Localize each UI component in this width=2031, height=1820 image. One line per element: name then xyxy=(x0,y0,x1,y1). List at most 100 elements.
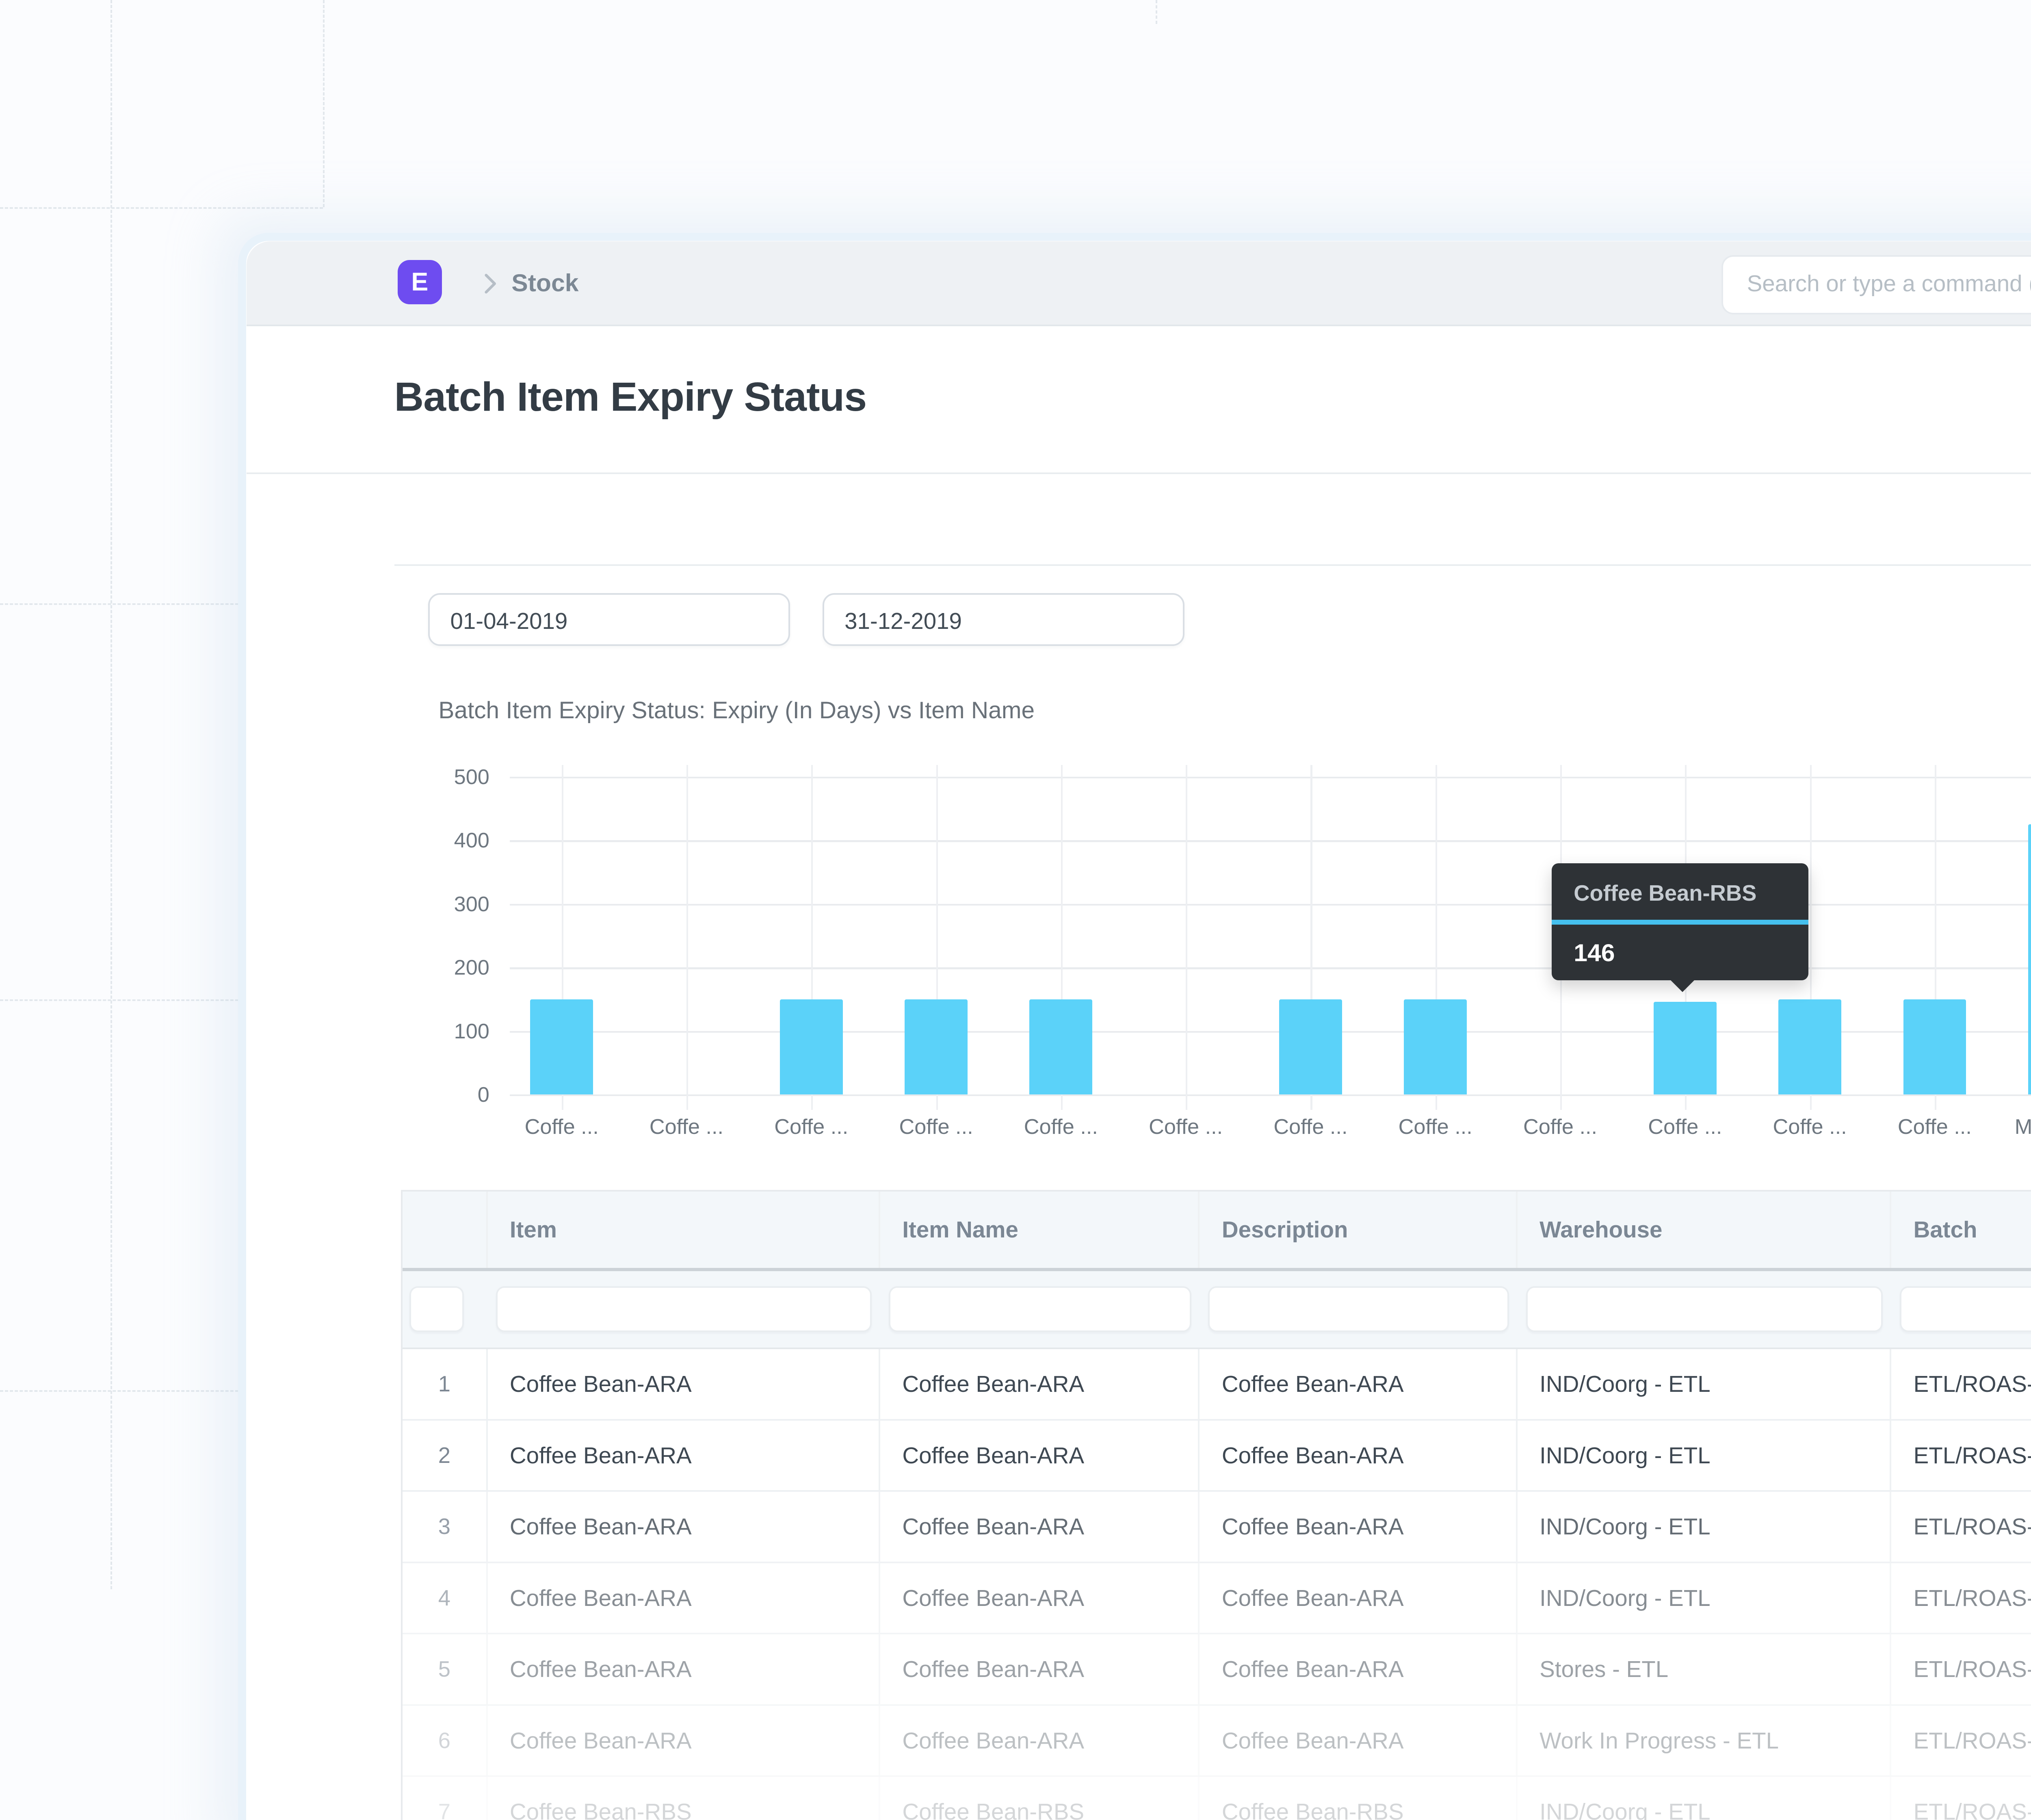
table-cell: Coffee Bean-ARA xyxy=(1200,1634,1517,1704)
canvas-dashed-line xyxy=(0,603,248,605)
table-row[interactable]: 3Coffee Bean-ARACoffee Bean-ARACoffee Be… xyxy=(403,1492,2031,1563)
from-date-input[interactable]: 01-04-2019 xyxy=(428,593,790,646)
table-cell: Coffee Bean-ARA xyxy=(1200,1421,1517,1491)
chart-bar[interactable] xyxy=(1903,999,1966,1095)
chart-bar[interactable] xyxy=(1279,999,1342,1095)
y-axis-tick: 200 xyxy=(418,956,489,980)
breadcrumb-chevron-icon xyxy=(479,272,501,296)
gridline-h xyxy=(510,777,2031,778)
chart-bar[interactable] xyxy=(530,999,593,1095)
to-date-input[interactable]: 31-12-2019 xyxy=(823,593,1184,646)
column-filter-input[interactable] xyxy=(496,1286,872,1332)
table-row[interactable]: 6Coffee Bean-ARACoffee Bean-ARACoffee Be… xyxy=(403,1706,2031,1777)
chart-bar[interactable] xyxy=(1404,999,1467,1095)
table-row[interactable]: 4Coffee Bean-ARACoffee Bean-ARACoffee Be… xyxy=(403,1563,2031,1635)
table-cell: Stores - ETL xyxy=(1518,1634,1891,1704)
chart-tooltip-pointer xyxy=(1671,980,1694,992)
chart-tooltip-value: 146 xyxy=(1552,925,1808,980)
canvas-dashed-line xyxy=(1156,0,1157,24)
chart-tooltip-divider xyxy=(1552,920,1808,925)
x-axis-label: Coffe ... xyxy=(993,1115,1129,1139)
chart-bar[interactable] xyxy=(1654,1002,1717,1094)
app-logo[interactable]: E xyxy=(398,260,442,304)
table-cell: IND/Coorg - ETL xyxy=(1518,1777,1891,1820)
table-cell: Coffee Bean-ARA xyxy=(880,1706,1200,1776)
table-cell: IND/Coorg - ETL xyxy=(1518,1492,1891,1562)
column-header-description[interactable]: Description xyxy=(1200,1192,1517,1268)
chart-title: Batch Item Expiry Status: Expiry (In Day… xyxy=(438,697,1035,724)
table-cell: IND/Coorg - ETL xyxy=(1518,1563,1891,1633)
x-axis-label: Coffe ... xyxy=(1243,1115,1379,1139)
table-row[interactable]: 1Coffee Bean-ARACoffee Bean-ARACoffee Be… xyxy=(403,1349,2031,1421)
table-cell: ETL/ROAS-CFE/ARA00000001 xyxy=(1891,1349,2031,1419)
gridline-v xyxy=(686,765,688,1110)
table-cell: Coffee Bean-ARA xyxy=(488,1421,880,1491)
breadcrumb[interactable]: Stock xyxy=(511,269,578,297)
stage: E Stock Search or type a command (Ctrl +… xyxy=(0,0,2031,1820)
search-placeholder: Search or type a command (Ctrl + G) xyxy=(1747,270,2031,297)
table-cell: ETL/ROAS-CFE/RBS00000001 xyxy=(1891,1777,2031,1820)
page-title: Batch Item Expiry Status xyxy=(394,374,867,420)
page-header: Batch Item Expiry Status Menu xyxy=(247,326,2031,474)
table-cell: Coffee Bean-ARA xyxy=(880,1421,1200,1491)
x-axis-label: Coffe ... xyxy=(1367,1115,1503,1139)
canvas-dashed-line xyxy=(0,1390,248,1392)
table-cell: Coffee Bean-RBS xyxy=(1200,1777,1517,1820)
toolbar-separator xyxy=(394,564,2031,566)
chart-tooltip-title: Coffee Bean-RBS xyxy=(1552,863,1808,919)
chart-bar[interactable] xyxy=(1029,999,1092,1095)
table-row[interactable]: 5Coffee Bean-ARACoffee Bean-ARACoffee Be… xyxy=(403,1634,2031,1706)
table-cell: Coffee Bean-ARA xyxy=(880,1634,1200,1704)
x-axis-label: Coffe ... xyxy=(868,1115,1004,1139)
table-cell: Coffee Bean-ARA xyxy=(1200,1492,1517,1562)
row-select-filter[interactable] xyxy=(409,1286,464,1332)
column-header-item-name[interactable]: Item Name xyxy=(880,1192,1200,1268)
y-axis-tick: 400 xyxy=(418,828,489,853)
y-axis-tick: 0 xyxy=(418,1083,489,1107)
table-row[interactable]: 7Coffee Bean-RBSCoffee Bean-RBSCoffee Be… xyxy=(403,1777,2031,1820)
table-cell: IND/Coorg - ETL xyxy=(1518,1349,1891,1419)
column-header-batch[interactable]: Batch xyxy=(1891,1192,2031,1268)
table-cell: Work In Progress - ETL xyxy=(1518,1706,1891,1776)
table-cell: Coffee Bean-ARA xyxy=(1200,1706,1517,1776)
chart-bar[interactable] xyxy=(905,999,968,1095)
table-cell: ETL/ROAS-CFE/ARA00000002 xyxy=(1891,1706,2031,1776)
canvas-dashed-line xyxy=(0,999,248,1001)
table-cell: Coffee Bean-ARA xyxy=(488,1492,880,1562)
row-index: 4 xyxy=(403,1563,487,1633)
table-cell: Coffee Bean-ARA xyxy=(880,1492,1200,1562)
row-index: 6 xyxy=(403,1706,487,1776)
chart-bar[interactable] xyxy=(780,999,843,1095)
column-header-item[interactable]: Item xyxy=(488,1192,880,1268)
x-axis-label: Coffe ... xyxy=(1118,1115,1254,1139)
x-axis-label: Coffe ... xyxy=(619,1115,755,1139)
column-header-warehouse[interactable]: Warehouse xyxy=(1518,1192,1891,1268)
row-index: 3 xyxy=(403,1492,487,1562)
x-axis-label: Coffe ... xyxy=(1492,1115,1628,1139)
table-cell: Coffee Bean-ARA xyxy=(488,1634,880,1704)
column-filter-input[interactable] xyxy=(889,1286,1191,1332)
chart-bar[interactable] xyxy=(1778,999,1841,1095)
x-axis-label: MacBo ... xyxy=(1992,1115,2031,1139)
y-axis-tick: 500 xyxy=(418,765,489,789)
gridline-v xyxy=(1186,765,1187,1110)
table-cell: Coffee Bean-ARA xyxy=(880,1349,1200,1419)
canvas-dashed-line xyxy=(110,0,112,1589)
table-cell: ETL/ROAS-CFE/ARA00000005 xyxy=(1891,1563,2031,1633)
y-axis-tick: 100 xyxy=(418,1019,489,1044)
table-cell: Coffee Bean-ARA xyxy=(488,1349,880,1419)
column-header-index xyxy=(403,1192,487,1268)
table-row[interactable]: 2Coffee Bean-ARACoffee Bean-ARACoffee Be… xyxy=(403,1421,2031,1492)
column-filter-input[interactable] xyxy=(1208,1286,1509,1332)
column-filter-input[interactable] xyxy=(1900,1286,2031,1332)
chart-bar[interactable] xyxy=(2028,824,2031,1094)
column-filter-input[interactable] xyxy=(1526,1286,1883,1332)
x-axis-label: Coffe ... xyxy=(1867,1115,2003,1139)
search-input[interactable]: Search or type a command (Ctrl + G) xyxy=(1721,255,2031,314)
table-cell: ETL/ROAS-CFE/ARA00000002 xyxy=(1891,1421,2031,1491)
row-index: 1 xyxy=(403,1349,487,1419)
table-cell: Coffee Bean-RBS xyxy=(880,1777,1200,1820)
row-index: 5 xyxy=(403,1634,487,1704)
canvas-dashed-line xyxy=(0,207,323,209)
gridline-h xyxy=(510,1094,2031,1096)
